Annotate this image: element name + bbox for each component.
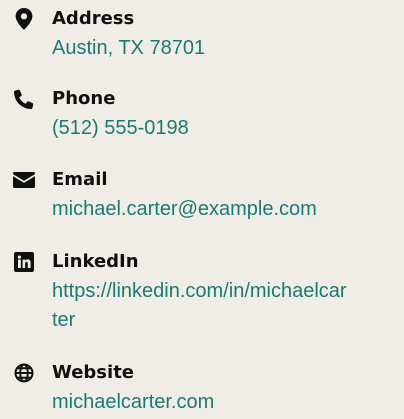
contact-item-linkedin[interactable]: LinkedIn https://linkedin.com/in/michael… bbox=[12, 251, 392, 335]
phone-value[interactable]: (512) 555-0198 bbox=[52, 114, 352, 143]
phone-icon bbox=[12, 89, 36, 109]
linkedin-text-block: LinkedIn https://linkedin.com/in/michael… bbox=[52, 251, 352, 335]
email-text-block: Email michael.carter@example.com bbox=[52, 169, 352, 224]
phone-text-block: Phone (512) 555-0198 bbox=[52, 88, 352, 143]
contact-item-website[interactable]: Website michaelcarter.com bbox=[12, 362, 392, 417]
contact-list: Address Austin, TX 78701 Phone (512) 555… bbox=[0, 0, 404, 419]
linkedin-icon bbox=[12, 252, 36, 272]
website-value[interactable]: michaelcarter.com bbox=[52, 388, 352, 417]
contact-item-email[interactable]: Email michael.carter@example.com bbox=[12, 169, 392, 224]
email-value[interactable]: michael.carter@example.com bbox=[52, 195, 352, 224]
contact-item-address: Address Austin, TX 78701 bbox=[12, 8, 392, 63]
envelope-icon bbox=[12, 170, 36, 190]
globe-icon bbox=[12, 363, 36, 383]
website-label: Website bbox=[52, 362, 135, 383]
map-marker-icon bbox=[12, 8, 36, 30]
email-label: Email bbox=[52, 169, 108, 190]
contact-item-phone[interactable]: Phone (512) 555-0198 bbox=[12, 88, 392, 143]
address-value: Austin, TX 78701 bbox=[52, 37, 206, 59]
linkedin-value[interactable]: https://linkedin.com/in/michaelcarter bbox=[52, 277, 352, 335]
address-label: Address bbox=[52, 8, 135, 29]
address-text-block: Address Austin, TX 78701 bbox=[52, 8, 352, 63]
website-text-block: Website michaelcarter.com bbox=[52, 362, 352, 417]
phone-label: Phone bbox=[52, 88, 116, 109]
linkedin-label: LinkedIn bbox=[52, 251, 139, 272]
